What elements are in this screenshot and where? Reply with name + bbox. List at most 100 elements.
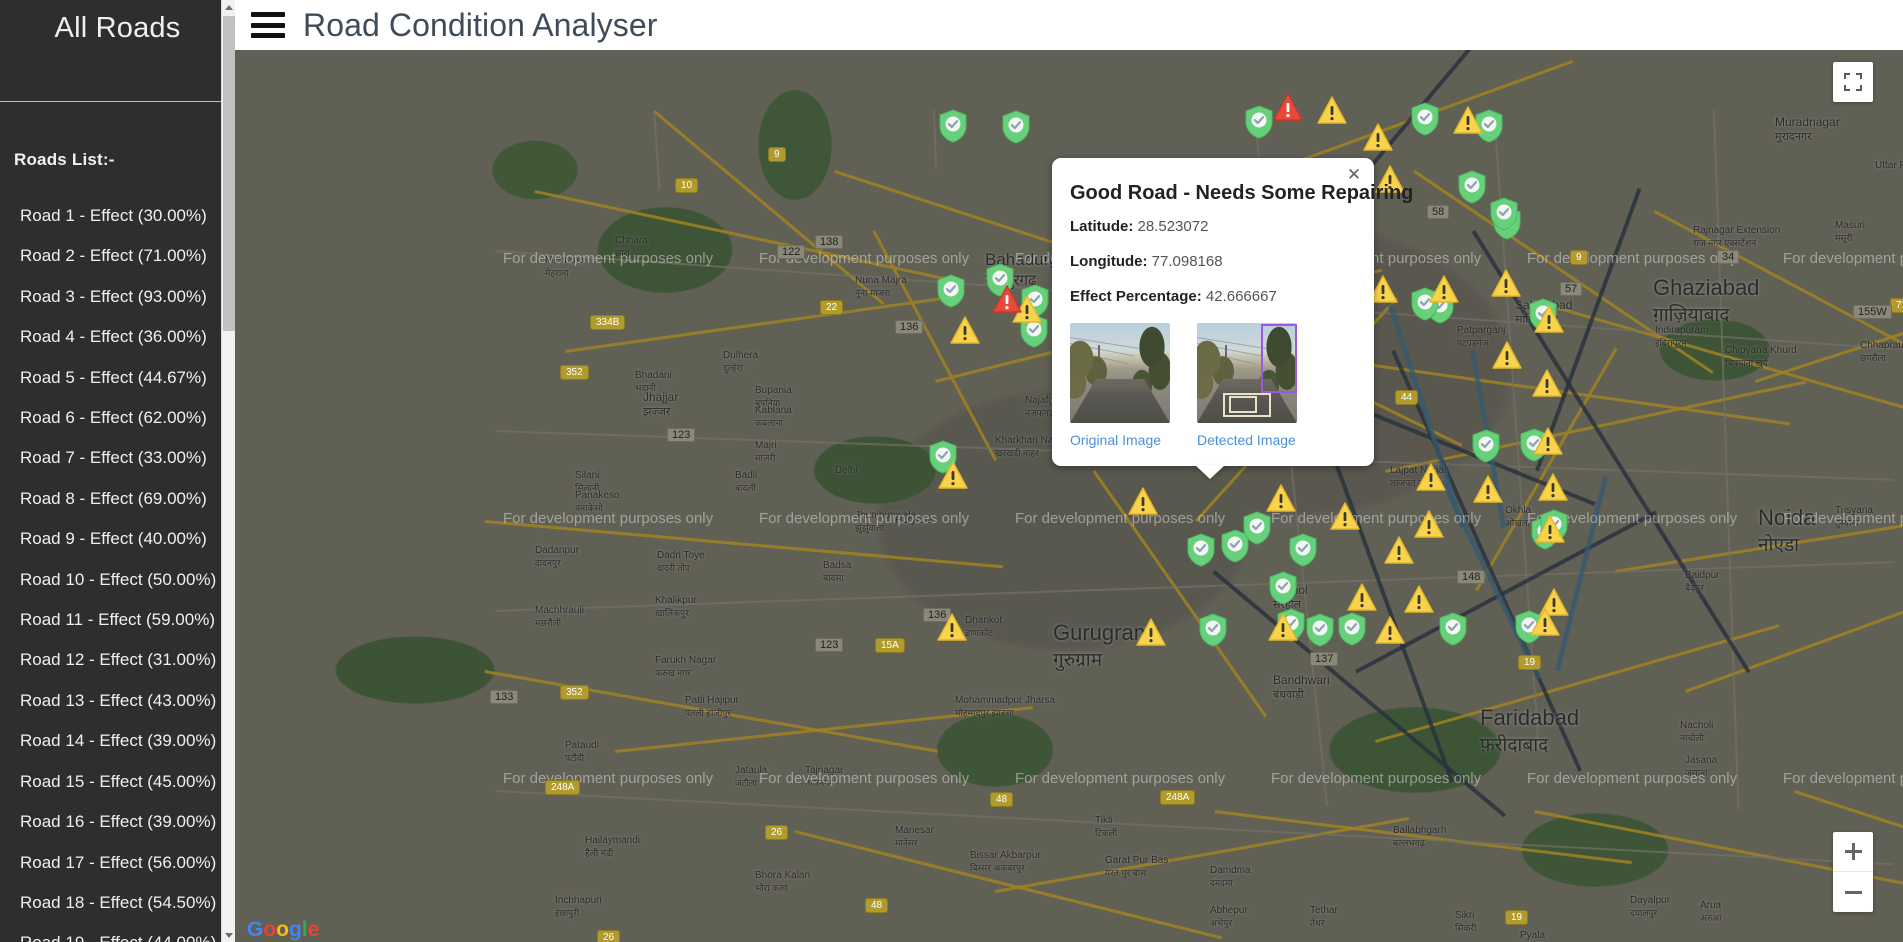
road-list-item[interactable]: Road 13 - Effect (43.00%) [20, 681, 235, 721]
road-list-item[interactable]: Road 16 - Effect (39.00%) [20, 802, 235, 842]
minus-icon[interactable] [1833, 872, 1873, 912]
map-marker-warning-road[interactable] [1473, 473, 1503, 507]
triangle-up-icon[interactable] [222, 0, 235, 14]
map-marker-good-road[interactable] [1305, 613, 1335, 647]
highway-shield-badge: 248A [545, 780, 581, 795]
google-logo-o1: o [263, 918, 277, 941]
road-list-item[interactable]: Road 9 - Effect (40.00%) [20, 519, 235, 559]
map-marker-warning-road[interactable] [1535, 513, 1565, 547]
map-marker-warning-road[interactable] [950, 314, 980, 348]
original-image-link[interactable]: Original Image [1070, 432, 1170, 448]
map-marker-warning-road[interactable] [1534, 303, 1564, 337]
road-list-item[interactable]: Road 18 - Effect (54.50%) [20, 883, 235, 923]
map-marker-warning-road[interactable] [1266, 482, 1296, 516]
detected-image-thumbnail[interactable] [1197, 323, 1297, 423]
detected-image-block: Detected Image [1197, 323, 1297, 448]
map-marker-warning-road[interactable] [1532, 367, 1562, 401]
detected-image-link[interactable]: Detected Image [1197, 432, 1297, 448]
map-marker-good-road[interactable] [1244, 105, 1274, 139]
map-canvas[interactable]: Delhiदिल्लीGhaziabadग़ाज़ियाबादGurugramग… [235, 50, 1903, 942]
plus-icon[interactable] [1833, 832, 1873, 872]
highway-shield-badge: 9 [768, 147, 786, 162]
map-marker-warning-road[interactable] [1375, 614, 1405, 648]
road-list-item[interactable]: Road 6 - Effect (62.00%) [20, 398, 235, 438]
map-marker-warning-road[interactable] [1533, 425, 1563, 459]
latitude-row: Latitude: 28.523072 [1070, 218, 1352, 235]
map-marker-warning-road[interactable] [1268, 611, 1298, 645]
map-marker-good-road[interactable] [1268, 571, 1298, 605]
road-list-item[interactable]: Road 17 - Effect (56.00%) [20, 843, 235, 883]
map-marker-good-road[interactable] [1001, 110, 1031, 144]
map-marker-good-road[interactable] [1337, 612, 1367, 646]
info-window-title: Good Road - Needs Some Repairing [1070, 182, 1414, 204]
google-logo-o2: o [276, 918, 289, 941]
road-info-window[interactable]: ✕ Good Road - Needs Some Repairing Latit… [1052, 158, 1414, 466]
map-marker-good-road[interactable] [938, 109, 968, 143]
road-list-item[interactable]: Road 4 - Effect (36.00%) [20, 317, 235, 357]
sidebar-header: All Roads [0, 0, 235, 102]
road-number-label: 58 [1427, 205, 1450, 219]
map-marker-good-road[interactable] [1457, 170, 1487, 204]
map-marker-good-road[interactable] [1186, 533, 1216, 567]
road-list-item[interactable]: Road 5 - Effect (44.67%) [20, 358, 235, 398]
map-marker-warning-road[interactable] [1492, 339, 1522, 373]
highway-shield-badge: 26 [765, 825, 789, 840]
map-marker-warning-road[interactable] [1363, 121, 1393, 155]
road-list-item[interactable]: Road 12 - Effect (31.00%) [20, 640, 235, 680]
road-list-item[interactable]: Road 19 - Effect (44.00%) [20, 923, 235, 942]
map-marker-warning-road[interactable] [1453, 104, 1483, 138]
map-marker-warning-road[interactable] [1429, 273, 1459, 307]
map-marker-warning-road[interactable] [1136, 616, 1166, 650]
highway-shield-badge: 22 [820, 300, 844, 315]
road-list-item[interactable]: Road 2 - Effect (71.00%) [20, 236, 235, 276]
road-list-item[interactable]: Road 11 - Effect (59.00%) [20, 600, 235, 640]
original-image-thumbnail[interactable] [1070, 323, 1170, 423]
roads-list: Road 1 - Effect (30.00%) Road 2 - Effect … [14, 196, 235, 942]
map-marker-critical-road[interactable] [992, 283, 1022, 317]
triangle-down-icon[interactable] [222, 928, 235, 942]
map-marker-warning-road[interactable] [1317, 94, 1347, 128]
map-marker-warning-road[interactable] [1330, 500, 1360, 534]
sidebar-scrollbar[interactable] [221, 0, 235, 942]
zoom-controls[interactable] [1833, 832, 1873, 912]
map-marker-good-road[interactable] [1242, 511, 1272, 545]
map-marker-warning-road[interactable] [1384, 534, 1414, 568]
map-marker-good-road[interactable] [1471, 429, 1501, 463]
map-marker-good-road[interactable] [1198, 613, 1228, 647]
road-list-item[interactable]: Road 1 - Effect (30.00%) [20, 196, 235, 236]
highway-shield-badge: 15A [875, 638, 905, 653]
map-marker-critical-road[interactable] [1273, 91, 1303, 125]
fullscreen-icon[interactable] [1833, 62, 1873, 102]
road-list-item[interactable]: Road 10 - Effect (50.00%) [20, 560, 235, 600]
map-marker-warning-road[interactable] [1404, 583, 1434, 617]
map-marker-good-road[interactable] [1489, 197, 1519, 231]
hamburger-icon[interactable] [251, 12, 285, 38]
map-marker-warning-road[interactable] [1538, 471, 1568, 505]
map-marker-warning-road[interactable] [938, 459, 968, 493]
map-marker-warning-road[interactable] [1530, 606, 1560, 640]
road-list-item[interactable]: Road 3 - Effect (93.00%) [20, 277, 235, 317]
sidebar-scrollbar-thumb[interactable] [223, 16, 235, 331]
map-marker-good-road[interactable] [1288, 533, 1318, 567]
map-marker-warning-road[interactable] [1347, 581, 1377, 615]
map-marker-good-road[interactable] [936, 274, 966, 308]
highway-shield-badge: 352 [560, 685, 589, 700]
google-logo-g1: G [247, 918, 264, 941]
road-list-item[interactable]: Road 14 - Effect (39.00%) [20, 721, 235, 761]
close-icon[interactable]: ✕ [1344, 165, 1364, 185]
map-marker-warning-road[interactable] [1414, 508, 1444, 542]
road-list-item[interactable]: Road 15 - Effect (45.00%) [20, 762, 235, 802]
map-marker-warning-road[interactable] [937, 611, 967, 645]
road-list-item[interactable]: Road 7 - Effect (33.00%) [20, 438, 235, 478]
map-marker-warning-road[interactable] [1128, 485, 1158, 519]
map-marker-warning-road[interactable] [1491, 267, 1521, 301]
road-number-label: 155W [1853, 305, 1892, 319]
map-marker-warning-road[interactable] [1416, 461, 1446, 495]
road-list-item[interactable]: Road 8 - Effect (69.00%) [20, 479, 235, 519]
highway-shield-badge: 19 [1518, 655, 1542, 670]
road-number-label: 136 [895, 320, 924, 334]
map-marker-good-road[interactable] [1438, 612, 1468, 646]
map-marker-good-road[interactable] [1410, 102, 1440, 136]
app-root: All Roads Roads List:- Road 1 - Effect (… [0, 0, 1903, 942]
effect-percentage-value: 42.666667 [1205, 288, 1277, 305]
